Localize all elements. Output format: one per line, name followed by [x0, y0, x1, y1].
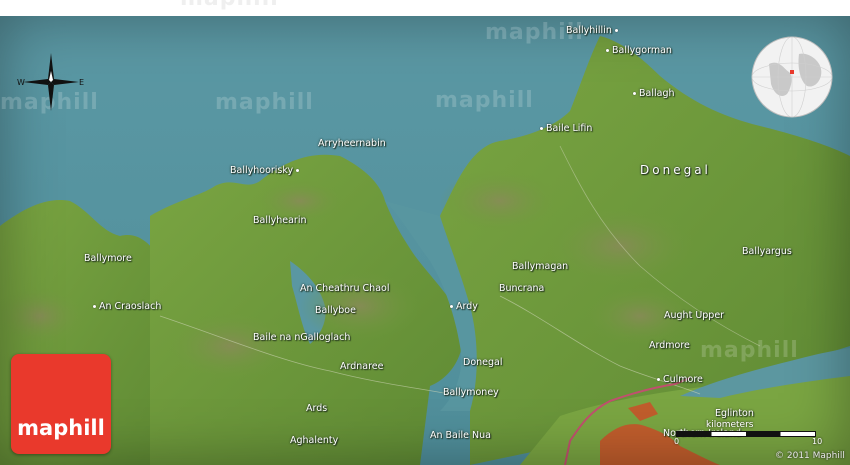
place-ballymore[interactable]: Ballymore [84, 253, 132, 264]
terrain-layer [0, 16, 850, 465]
place-ballyargus[interactable]: Ballyargus [742, 246, 792, 257]
place-aught-upper[interactable]: Aught Upper [664, 310, 724, 321]
place-ardy[interactable]: Ardy [450, 301, 478, 312]
scale-bar-graphic [676, 431, 816, 437]
compass-w: W [17, 78, 25, 87]
region-label-donegal: Donegal [640, 163, 711, 177]
map-frame: maphill maphill maphill maphill maphill … [0, 0, 850, 465]
place-ballyboe[interactable]: Ballyboe [315, 305, 356, 316]
place-aghalenty[interactable]: Aghalenty [290, 435, 338, 446]
watermark-top: maphill [180, 0, 279, 11]
scale-bar: kilometers 0 10 [672, 420, 822, 448]
place-baile-lifin[interactable]: Baile Lifin [540, 123, 592, 134]
scale-end: 10 [812, 437, 823, 446]
place-ards[interactable]: Ards [306, 403, 327, 414]
place-ballygorman[interactable]: Ballygorman [606, 45, 672, 56]
maphill-logo[interactable]: maphill [11, 354, 111, 454]
place-buncrana[interactable]: Buncrana [499, 283, 544, 294]
watermark: maphill [700, 338, 799, 363]
place-donegal[interactable]: Donegal [463, 357, 502, 368]
compass-rose-icon: N S E W [17, 49, 84, 111]
compass-n: N [48, 49, 54, 50]
place-culmore[interactable]: Culmore [657, 374, 703, 385]
place-ardnaree[interactable]: Ardnaree [340, 361, 384, 372]
place-an-craoslach[interactable]: An Craoslach [93, 301, 161, 312]
place-an-baile-nua[interactable]: An Baile Nua [430, 430, 491, 441]
compass-e: E [79, 78, 84, 87]
globe-locator-icon [751, 36, 833, 118]
watermark: maphill [215, 90, 314, 115]
copyright-text: © 2011 Maphill [775, 451, 845, 461]
logo-text: maphill [17, 416, 105, 440]
place-ballyhoorisky[interactable]: Ballyhoorisky [230, 165, 300, 176]
place-ballyhearin[interactable]: Ballyhearin [253, 215, 307, 226]
scale-start: 0 [674, 437, 680, 446]
place-baile-na-ngalloglach[interactable]: Baile na nGalloglach [253, 332, 350, 343]
place-eglinton[interactable]: Eglinton [715, 408, 754, 419]
satellite-map[interactable]: maphill maphill maphill maphill maphill … [0, 16, 850, 465]
scale-unit: kilometers [706, 420, 754, 430]
place-ballymagan[interactable]: Ballymagan [512, 261, 568, 272]
watermark: maphill [435, 88, 534, 113]
place-ballagh[interactable]: Ballagh [633, 88, 675, 99]
place-ardmore[interactable]: Ardmore [649, 340, 690, 351]
place-arryheernabin[interactable]: Arryheernabin [318, 138, 386, 149]
place-an-cheathru-chaol[interactable]: An Cheathru Chaol [300, 283, 389, 294]
place-ballymoney[interactable]: Ballymoney [443, 387, 499, 398]
place-ballyhillin[interactable]: Ballyhillin [566, 25, 618, 36]
